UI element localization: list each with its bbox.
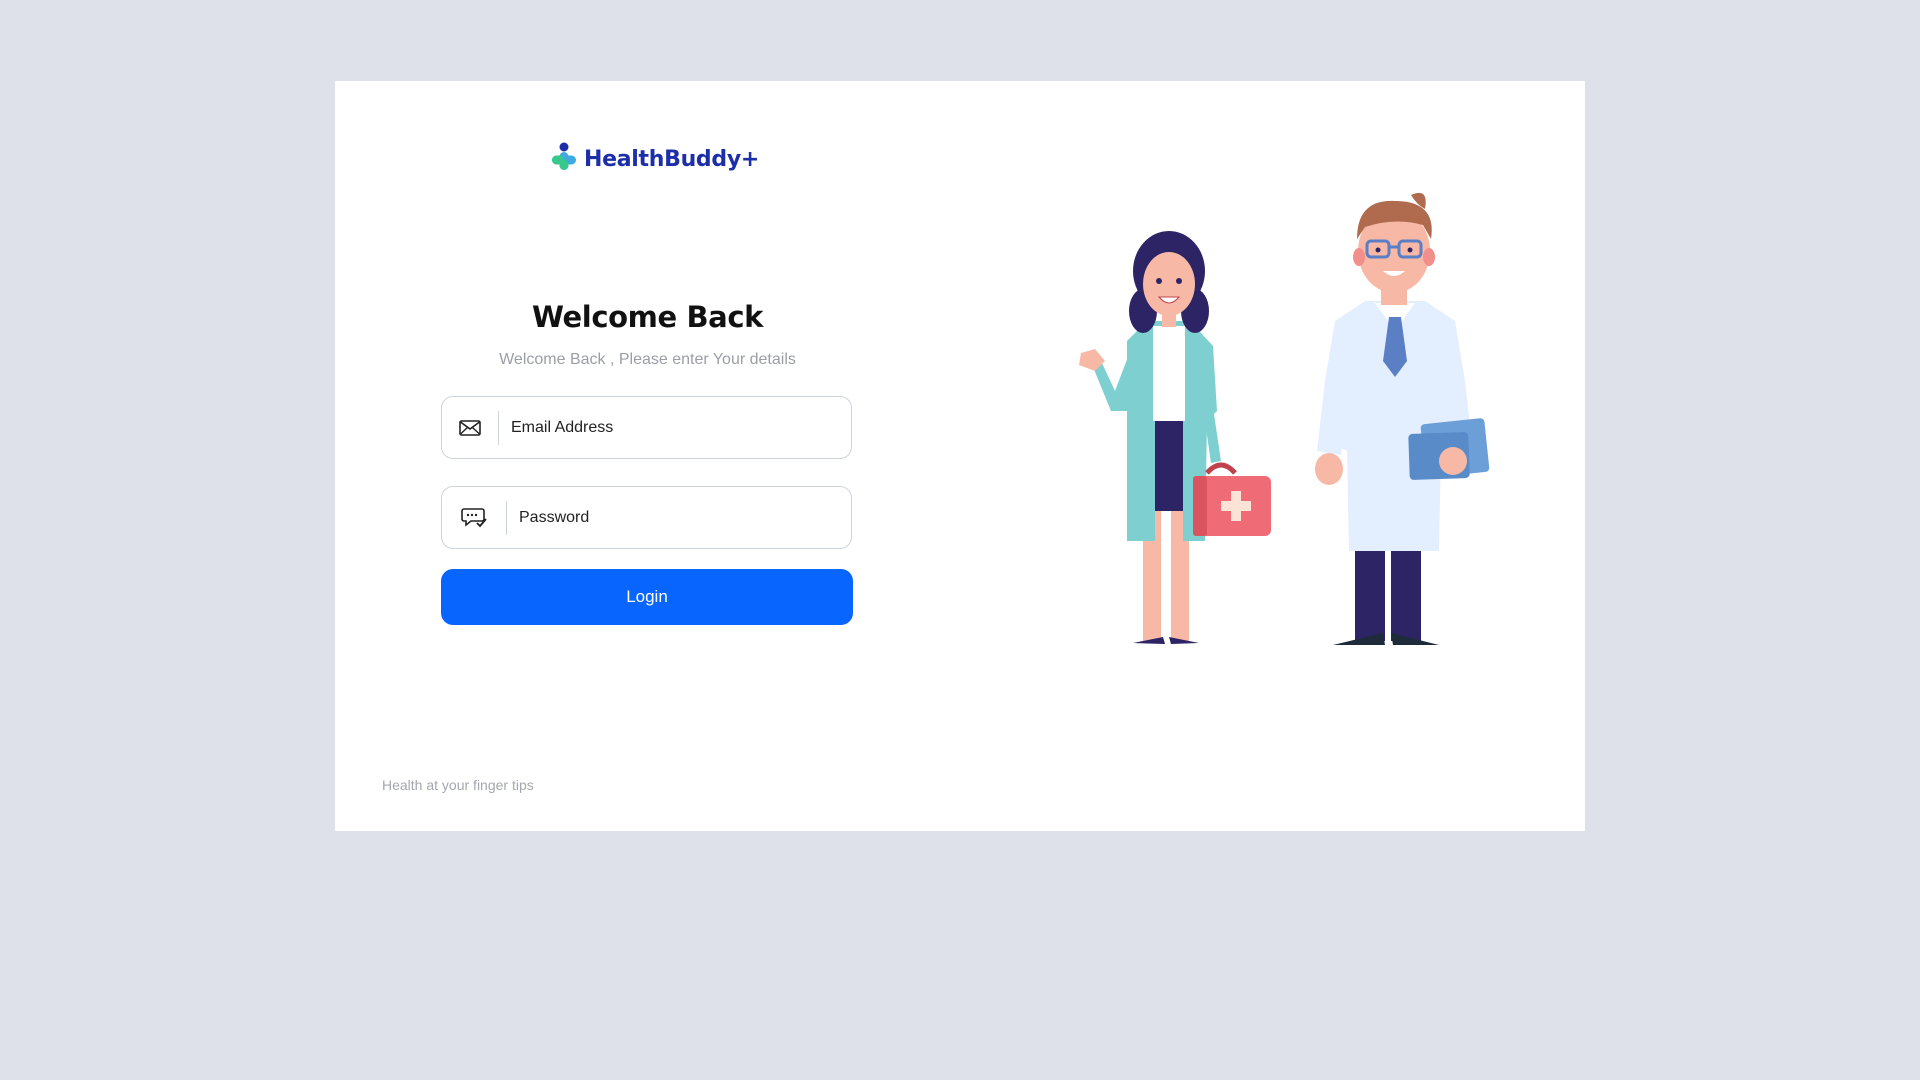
- page-subtitle: Welcome Back , Please enter Your details: [499, 351, 796, 368]
- login-panel: HealthBuddy+ Welcome Back Welcome Back ,…: [335, 81, 960, 831]
- doctors-illustration: [1079, 192, 1490, 645]
- password-input[interactable]: [507, 496, 821, 539]
- password-field[interactable]: [441, 486, 852, 549]
- brand-logo: HealthBuddy+: [550, 141, 759, 177]
- login-card: HealthBuddy+ Welcome Back Welcome Back ,…: [335, 81, 1585, 831]
- email-field[interactable]: [441, 396, 852, 459]
- female-doctor-figure: [1079, 231, 1271, 644]
- envelope-icon: [442, 397, 498, 458]
- male-doctor-figure: [1315, 192, 1490, 645]
- tagline: Health at your finger tips: [382, 777, 534, 793]
- email-input[interactable]: [499, 406, 813, 449]
- page-title: Welcome Back: [531, 300, 763, 334]
- login-button[interactable]: Login: [441, 569, 853, 625]
- brand-name: HealthBuddy+: [584, 146, 759, 172]
- password-chat-icon: [442, 487, 506, 548]
- medical-cross-icon: [550, 142, 578, 177]
